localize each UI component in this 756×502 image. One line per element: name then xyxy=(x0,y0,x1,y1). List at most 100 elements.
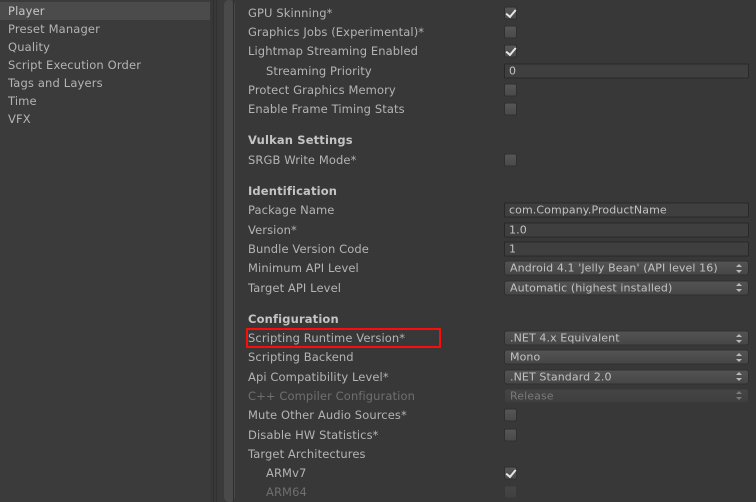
setting-label: Bundle Version Code xyxy=(248,241,369,256)
setting-label: Protect Graphics Memory xyxy=(248,82,396,97)
dropdown-minimum-api-level[interactable]: Android 4.1 'Jelly Bean' (API level 16) xyxy=(504,260,749,276)
section-header-label: Configuration xyxy=(248,311,339,326)
setting-row-gpu-skinning[interactable]: GPU Skinning* xyxy=(238,3,756,22)
setting-label: GPU Skinning* xyxy=(248,5,333,20)
setting-row-mute-other-audio-sources[interactable]: Mute Other Audio Sources* xyxy=(238,406,756,425)
setting-row-scripting-runtime-version[interactable]: Scripting Runtime Version* .NET 4.x Equiv… xyxy=(238,328,756,347)
control-slot: com.Company.ProductName xyxy=(504,202,749,218)
dropdown-scripting-backend[interactable]: Mono xyxy=(504,349,749,365)
control-slot xyxy=(504,44,517,58)
setting-row-lightmap-streaming-enabled[interactable]: Lightmap Streaming Enabled xyxy=(238,42,756,61)
dropdown-value: Android 4.1 'Jelly Bean' (API level 16) xyxy=(510,261,718,275)
control-slot xyxy=(504,102,517,116)
dropdown-scripting-runtime-version[interactable]: .NET 4.x Equivalent xyxy=(504,330,749,346)
dropdown-value: .NET Standard 2.0 xyxy=(510,370,612,384)
text-input-streaming-priority[interactable]: 0 xyxy=(504,63,749,79)
checkbox-graphics-jobs-experimental[interactable] xyxy=(504,25,517,39)
checkbox-gpu-skinning[interactable] xyxy=(504,6,517,20)
setting-row-armv7[interactable]: ARMv7 xyxy=(238,464,756,483)
setting-label: Graphics Jobs (Experimental)* xyxy=(248,24,425,39)
chevron-updown-icon xyxy=(735,390,742,401)
setting-row-target-architectures[interactable]: Target Architectures xyxy=(238,444,756,463)
setting-label: Disable HW Statistics* xyxy=(248,427,379,442)
panel-scrollbar[interactable] xyxy=(210,0,238,502)
control-slot xyxy=(504,83,517,97)
chevron-updown-icon xyxy=(735,333,742,344)
setting-label: Package Name xyxy=(248,203,335,218)
control-slot xyxy=(504,153,517,167)
text-input-package-name[interactable]: com.Company.ProductName xyxy=(504,202,749,218)
control-slot: Automatic (highest installed) xyxy=(504,280,749,295)
sidebar-item-preset-manager[interactable]: Preset Manager xyxy=(0,20,210,38)
setting-label: Streaming Priority xyxy=(266,63,372,78)
control-slot xyxy=(504,428,517,442)
setting-row-api-compatibility-level[interactable]: Api Compatibility Level* .NET Standard 2.… xyxy=(238,367,756,386)
settings-category-sidebar: Player Preset Manager Quality Script Execut… xyxy=(0,0,210,502)
setting-label: ARMv7 xyxy=(266,466,307,481)
setting-label: Target Architectures xyxy=(248,446,366,461)
chevron-updown-icon xyxy=(735,263,742,274)
setting-label: Lightmap Streaming Enabled xyxy=(248,44,419,59)
chevron-updown-icon xyxy=(735,352,742,363)
setting-row-disable-hw-statistics[interactable]: Disable HW Statistics* xyxy=(238,425,756,444)
text-input-bundle-version-code[interactable]: 1 xyxy=(504,241,749,257)
section-header-identification: Identification xyxy=(238,181,756,200)
control-slot: 1.0 xyxy=(504,222,749,238)
control-slot: Android 4.1 'Jelly Bean' (API level 16) xyxy=(504,260,749,276)
panel-divider-left xyxy=(213,0,214,502)
control-slot: Mono xyxy=(504,349,749,365)
setting-row-protect-graphics-memory[interactable]: Protect Graphics Memory xyxy=(238,80,756,99)
setting-row-srgb-write-mode[interactable]: SRGB Write Mode* xyxy=(238,150,756,169)
sidebar-item-quality[interactable]: Quality xyxy=(0,38,210,56)
checkbox-protect-graphics-memory[interactable] xyxy=(504,83,517,97)
dropdown-api-compatibility-level[interactable]: .NET Standard 2.0 xyxy=(504,369,749,385)
dropdown-value: .NET 4.x Equivalent xyxy=(510,331,620,345)
section-header-label: Identification xyxy=(248,184,338,199)
setting-row-streaming-priority[interactable]: Streaming Priority 0 xyxy=(238,61,756,80)
checkbox-armv7[interactable] xyxy=(504,466,517,480)
setting-label: Version* xyxy=(248,222,297,237)
checkbox-enable-frame-timing-stats[interactable] xyxy=(504,102,517,116)
dropdown-c++-compiler-configuration: Release xyxy=(504,388,749,404)
sidebar-item-tags-and-layers[interactable]: Tags and Layers xyxy=(0,74,210,92)
setting-row-minimum-api-level[interactable]: Minimum API Level Android 4.1 'Jelly Bean… xyxy=(238,259,756,278)
chevron-updown-icon xyxy=(735,371,742,382)
text-input-version[interactable]: 1.0 xyxy=(504,222,749,238)
setting-label: Mute Other Audio Sources* xyxy=(248,408,407,423)
setting-row-package-name[interactable]: Package Name com.Company.ProductName xyxy=(238,201,756,220)
checkbox-lightmap-streaming-enabled[interactable] xyxy=(504,44,517,58)
setting-row-arm64: ARM64 xyxy=(238,483,756,502)
dropdown-value: Release xyxy=(510,389,554,403)
checkbox-disable-hw-statistics[interactable] xyxy=(504,428,517,442)
section-header-vulkan-settings: Vulkan Settings xyxy=(238,131,756,150)
sidebar-item-script-execution-order[interactable]: Script Execution Order xyxy=(0,56,210,74)
setting-row-scripting-backend[interactable]: Scripting Backend Mono xyxy=(238,348,756,367)
sidebar-item-time[interactable]: Time xyxy=(0,92,210,110)
dropdown-value: Mono xyxy=(510,350,541,364)
sidebar-item-vfx[interactable]: VFX xyxy=(0,110,210,128)
control-slot xyxy=(504,25,517,39)
scrollbar-track[interactable] xyxy=(216,0,235,502)
sidebar-item-player[interactable]: Player xyxy=(0,2,210,20)
setting-label: Scripting Runtime Version* xyxy=(248,331,406,346)
setting-label: Minimum API Level xyxy=(248,261,359,276)
settings-content-panel: GPU Skinning* Graphics Jobs (Experimental… xyxy=(238,0,756,502)
setting-label: Target API Level xyxy=(248,280,342,295)
checkbox-arm64 xyxy=(504,485,517,499)
checkbox-srgb-write-mode[interactable] xyxy=(504,153,517,167)
control-slot: Release xyxy=(504,388,749,404)
setting-row-version[interactable]: Version* 1.0 xyxy=(238,220,756,239)
setting-label: ARM64 xyxy=(266,485,307,500)
dropdown-target-api-level[interactable]: Automatic (highest installed) xyxy=(504,280,749,295)
player-settings-window: Player Preset Manager Quality Script Execut… xyxy=(0,0,756,502)
control-slot xyxy=(504,408,517,422)
setting-row-graphics-jobs-experimental[interactable]: Graphics Jobs (Experimental)* xyxy=(238,22,756,41)
setting-label: Enable Frame Timing Stats xyxy=(248,102,405,117)
setting-row-target-api-level[interactable]: Target API Level Automatic (highest insta… xyxy=(238,278,756,297)
control-slot xyxy=(504,485,517,499)
setting-label: C++ Compiler Configuration xyxy=(248,388,415,403)
setting-row-bundle-version-code[interactable]: Bundle Version Code 1 xyxy=(238,239,756,258)
checkbox-mute-other-audio-sources[interactable] xyxy=(504,408,517,422)
setting-row-enable-frame-timing-stats[interactable]: Enable Frame Timing Stats xyxy=(238,99,756,118)
control-slot: .NET Standard 2.0 xyxy=(504,369,749,385)
